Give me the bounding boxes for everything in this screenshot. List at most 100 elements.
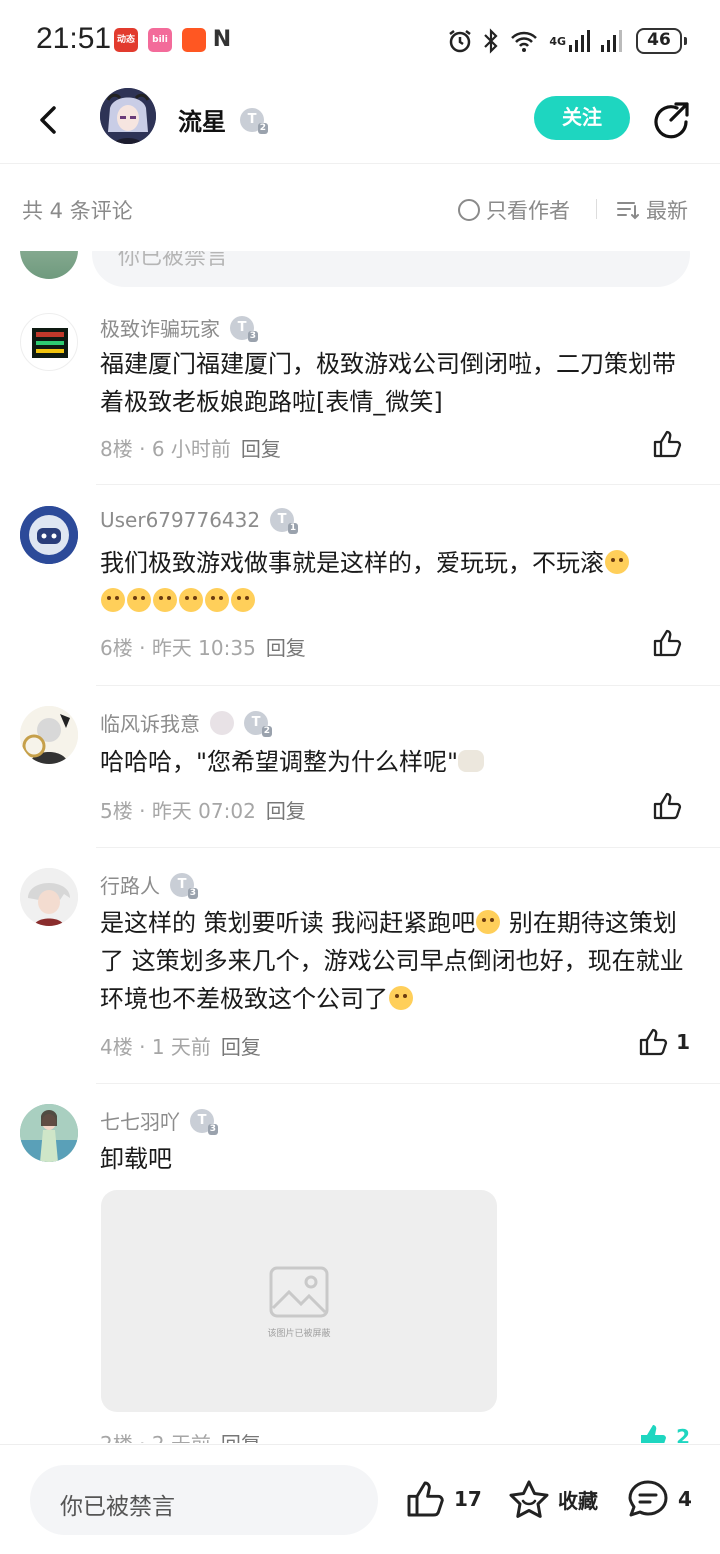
comment-author[interactable]: 行路人 T3 xyxy=(100,870,198,899)
like-count: 1 xyxy=(676,1030,690,1054)
thumbs-up-icon xyxy=(407,1481,444,1517)
comment-item: 行路人 T3 是这样的 策划要听读 我闷赶紧跑吧 别在期待这策划了 这策划多来几… xyxy=(0,868,720,1084)
divider xyxy=(96,1083,720,1084)
chevron-left-icon xyxy=(40,106,56,134)
wifi-icon xyxy=(509,28,539,54)
level-badge: T3 xyxy=(190,1108,218,1135)
emoji-icon xyxy=(231,588,255,612)
blocked-image[interactable]: 该图片已被屏蔽 xyxy=(101,1190,497,1412)
like-button[interactable]: 1 xyxy=(638,1027,690,1057)
sort-button[interactable]: 最新 xyxy=(616,195,688,225)
blocked-image-caption: 该图片已被屏蔽 xyxy=(267,1329,331,1339)
comment-author[interactable]: User679776432 T1 xyxy=(100,508,299,534)
comment-author[interactable]: 临风诉我意 T2 xyxy=(100,708,272,737)
avatar[interactable] xyxy=(20,313,78,371)
sort-label: 最新 xyxy=(646,199,688,223)
comments-count: 4 xyxy=(678,1487,692,1511)
comment-meta: 5楼 · 昨天 07:02 回复 xyxy=(100,799,306,823)
nfc-icon: N xyxy=(212,27,232,52)
reply-button[interactable]: 回复 xyxy=(241,437,281,461)
radio-circle-icon xyxy=(458,199,480,221)
cellular-4g-icon: 4G xyxy=(549,28,590,54)
comment-input-muted[interactable]: 你已被禁言 xyxy=(30,1465,378,1535)
favorite-button[interactable]: 收藏 xyxy=(508,1479,598,1519)
reply-button[interactable]: 回复 xyxy=(221,1035,261,1059)
emoji-icon xyxy=(205,588,229,612)
share-icon xyxy=(654,102,689,139)
partial-comment-row: 你已被禁言 xyxy=(0,251,720,287)
divider xyxy=(96,484,720,485)
comment-item: 七七羽吖 T3 卸载吧 该图片已被屏蔽 2楼 · 2 天前回复 2 xyxy=(0,1104,720,1443)
author-avatar[interactable] xyxy=(100,88,156,144)
avatar[interactable] xyxy=(20,506,78,564)
comment-author[interactable]: 极致诈骗玩家 T3 xyxy=(100,313,258,342)
toolbar-divider xyxy=(596,199,597,219)
comment-text: 卸载吧 xyxy=(100,1145,172,1173)
star-icon xyxy=(509,1480,549,1518)
emoji-icon xyxy=(179,588,203,612)
image-placeholder-icon xyxy=(269,1266,329,1318)
comment-meta: 2楼 · 2 天前回复 xyxy=(100,1428,261,1443)
red-packet-icon xyxy=(182,28,206,52)
author-only-label: 只看作者 xyxy=(486,199,570,223)
like-button-active[interactable]: 2 xyxy=(638,1422,690,1443)
like-button[interactable] xyxy=(652,791,690,821)
bottom-action-bar: 你已被禁言 17 收藏 4 xyxy=(0,1444,720,1554)
thumbs-up-icon xyxy=(653,629,682,657)
reply-button[interactable]: 回复 xyxy=(221,1432,261,1443)
emoji-icon xyxy=(476,910,501,934)
emoji-icon xyxy=(605,550,629,574)
thumbs-up-icon xyxy=(653,792,682,820)
comment-toolbar: 共 4 条评论 只看作者 最新 xyxy=(0,165,720,251)
reply-button[interactable]: 回复 xyxy=(266,636,306,660)
like-count: 2 xyxy=(676,1425,690,1443)
divider xyxy=(96,685,720,686)
muted-reply-input[interactable]: 你已被禁言 xyxy=(92,251,690,287)
comment-text: 哈哈哈，"您希望调整为什么样呢" xyxy=(100,743,690,781)
cellular-signal-icon xyxy=(600,28,626,54)
comment-list[interactable]: 你已被禁言 极致诈骗玩家 T3 福建厦门福建厦门，极致游戏公司倒闭啦，二刀策划带… xyxy=(0,251,720,1443)
divider xyxy=(96,847,720,848)
follow-button[interactable]: 关注 xyxy=(534,96,630,140)
bilibili-icon: bili xyxy=(148,28,172,52)
author-name[interactable]: 流星 xyxy=(178,102,226,137)
author-level-badge: T2 xyxy=(240,108,268,134)
emoji-icon xyxy=(127,588,151,612)
comments-button[interactable]: 4 xyxy=(626,1479,692,1519)
status-time: 21:51 xyxy=(36,22,112,55)
level-badge: T2 xyxy=(244,710,272,737)
comment-author[interactable]: 七七羽吖 T3 xyxy=(100,1106,218,1135)
like-button[interactable] xyxy=(652,628,690,658)
reply-button[interactable]: 回复 xyxy=(266,799,306,823)
share-button[interactable] xyxy=(650,100,692,142)
emoji-icon xyxy=(101,588,125,612)
post-like-button[interactable]: 17 xyxy=(404,1479,482,1519)
avatar xyxy=(20,251,78,279)
avatar[interactable] xyxy=(20,706,78,764)
author-only-toggle[interactable]: 只看作者 xyxy=(458,195,570,225)
back-button[interactable] xyxy=(30,100,70,140)
alarm-icon xyxy=(447,28,473,54)
thumbs-up-icon xyxy=(653,430,682,458)
like-button[interactable] xyxy=(652,429,690,459)
comment-text: 福建厦门福建厦门，极致游戏公司倒闭啦，二刀策划带着极致老板娘跑路啦[表情_微笑] xyxy=(100,350,676,416)
favorite-label: 收藏 xyxy=(558,1488,598,1513)
comment-item: 极致诈骗玩家 T3 福建厦门福建厦门，极致游戏公司倒闭啦，二刀策划带着极致老板娘… xyxy=(0,309,720,485)
comment-meta: 8楼 · 6 小时前 回复 xyxy=(100,437,281,461)
muted-input-placeholder: 你已被禁言 xyxy=(60,1494,175,1520)
thumbs-up-filled-icon xyxy=(641,1425,667,1443)
comment-meta: 4楼 · 1 天前 回复 xyxy=(100,1035,261,1059)
comment-text: 我们极致游戏做事就是这样的，爱玩玩，不玩滚 xyxy=(100,544,690,620)
battery-indicator: 46 xyxy=(636,28,687,54)
comment-text: 是这样的 策划要听读 我闷赶紧跑吧 别在期待这策划了 这策划多来几个，游戏公司早… xyxy=(100,909,684,1013)
top-navigation: 流星 T2 关注 xyxy=(0,80,720,164)
app-notification-icon: 动态 xyxy=(114,28,138,52)
status-bar: 21:51 动态 bili N 4G 46 xyxy=(0,0,720,80)
level-badge: T3 xyxy=(170,872,198,899)
avatar[interactable] xyxy=(20,1104,78,1162)
avatar[interactable] xyxy=(20,868,78,926)
comment-count: 共 4 条评论 xyxy=(22,199,133,223)
cat-emoji-icon xyxy=(458,750,485,772)
comment-meta: 6楼 · 昨天 10:35 回复 xyxy=(100,636,306,660)
comment-bubble-icon xyxy=(628,1480,668,1517)
